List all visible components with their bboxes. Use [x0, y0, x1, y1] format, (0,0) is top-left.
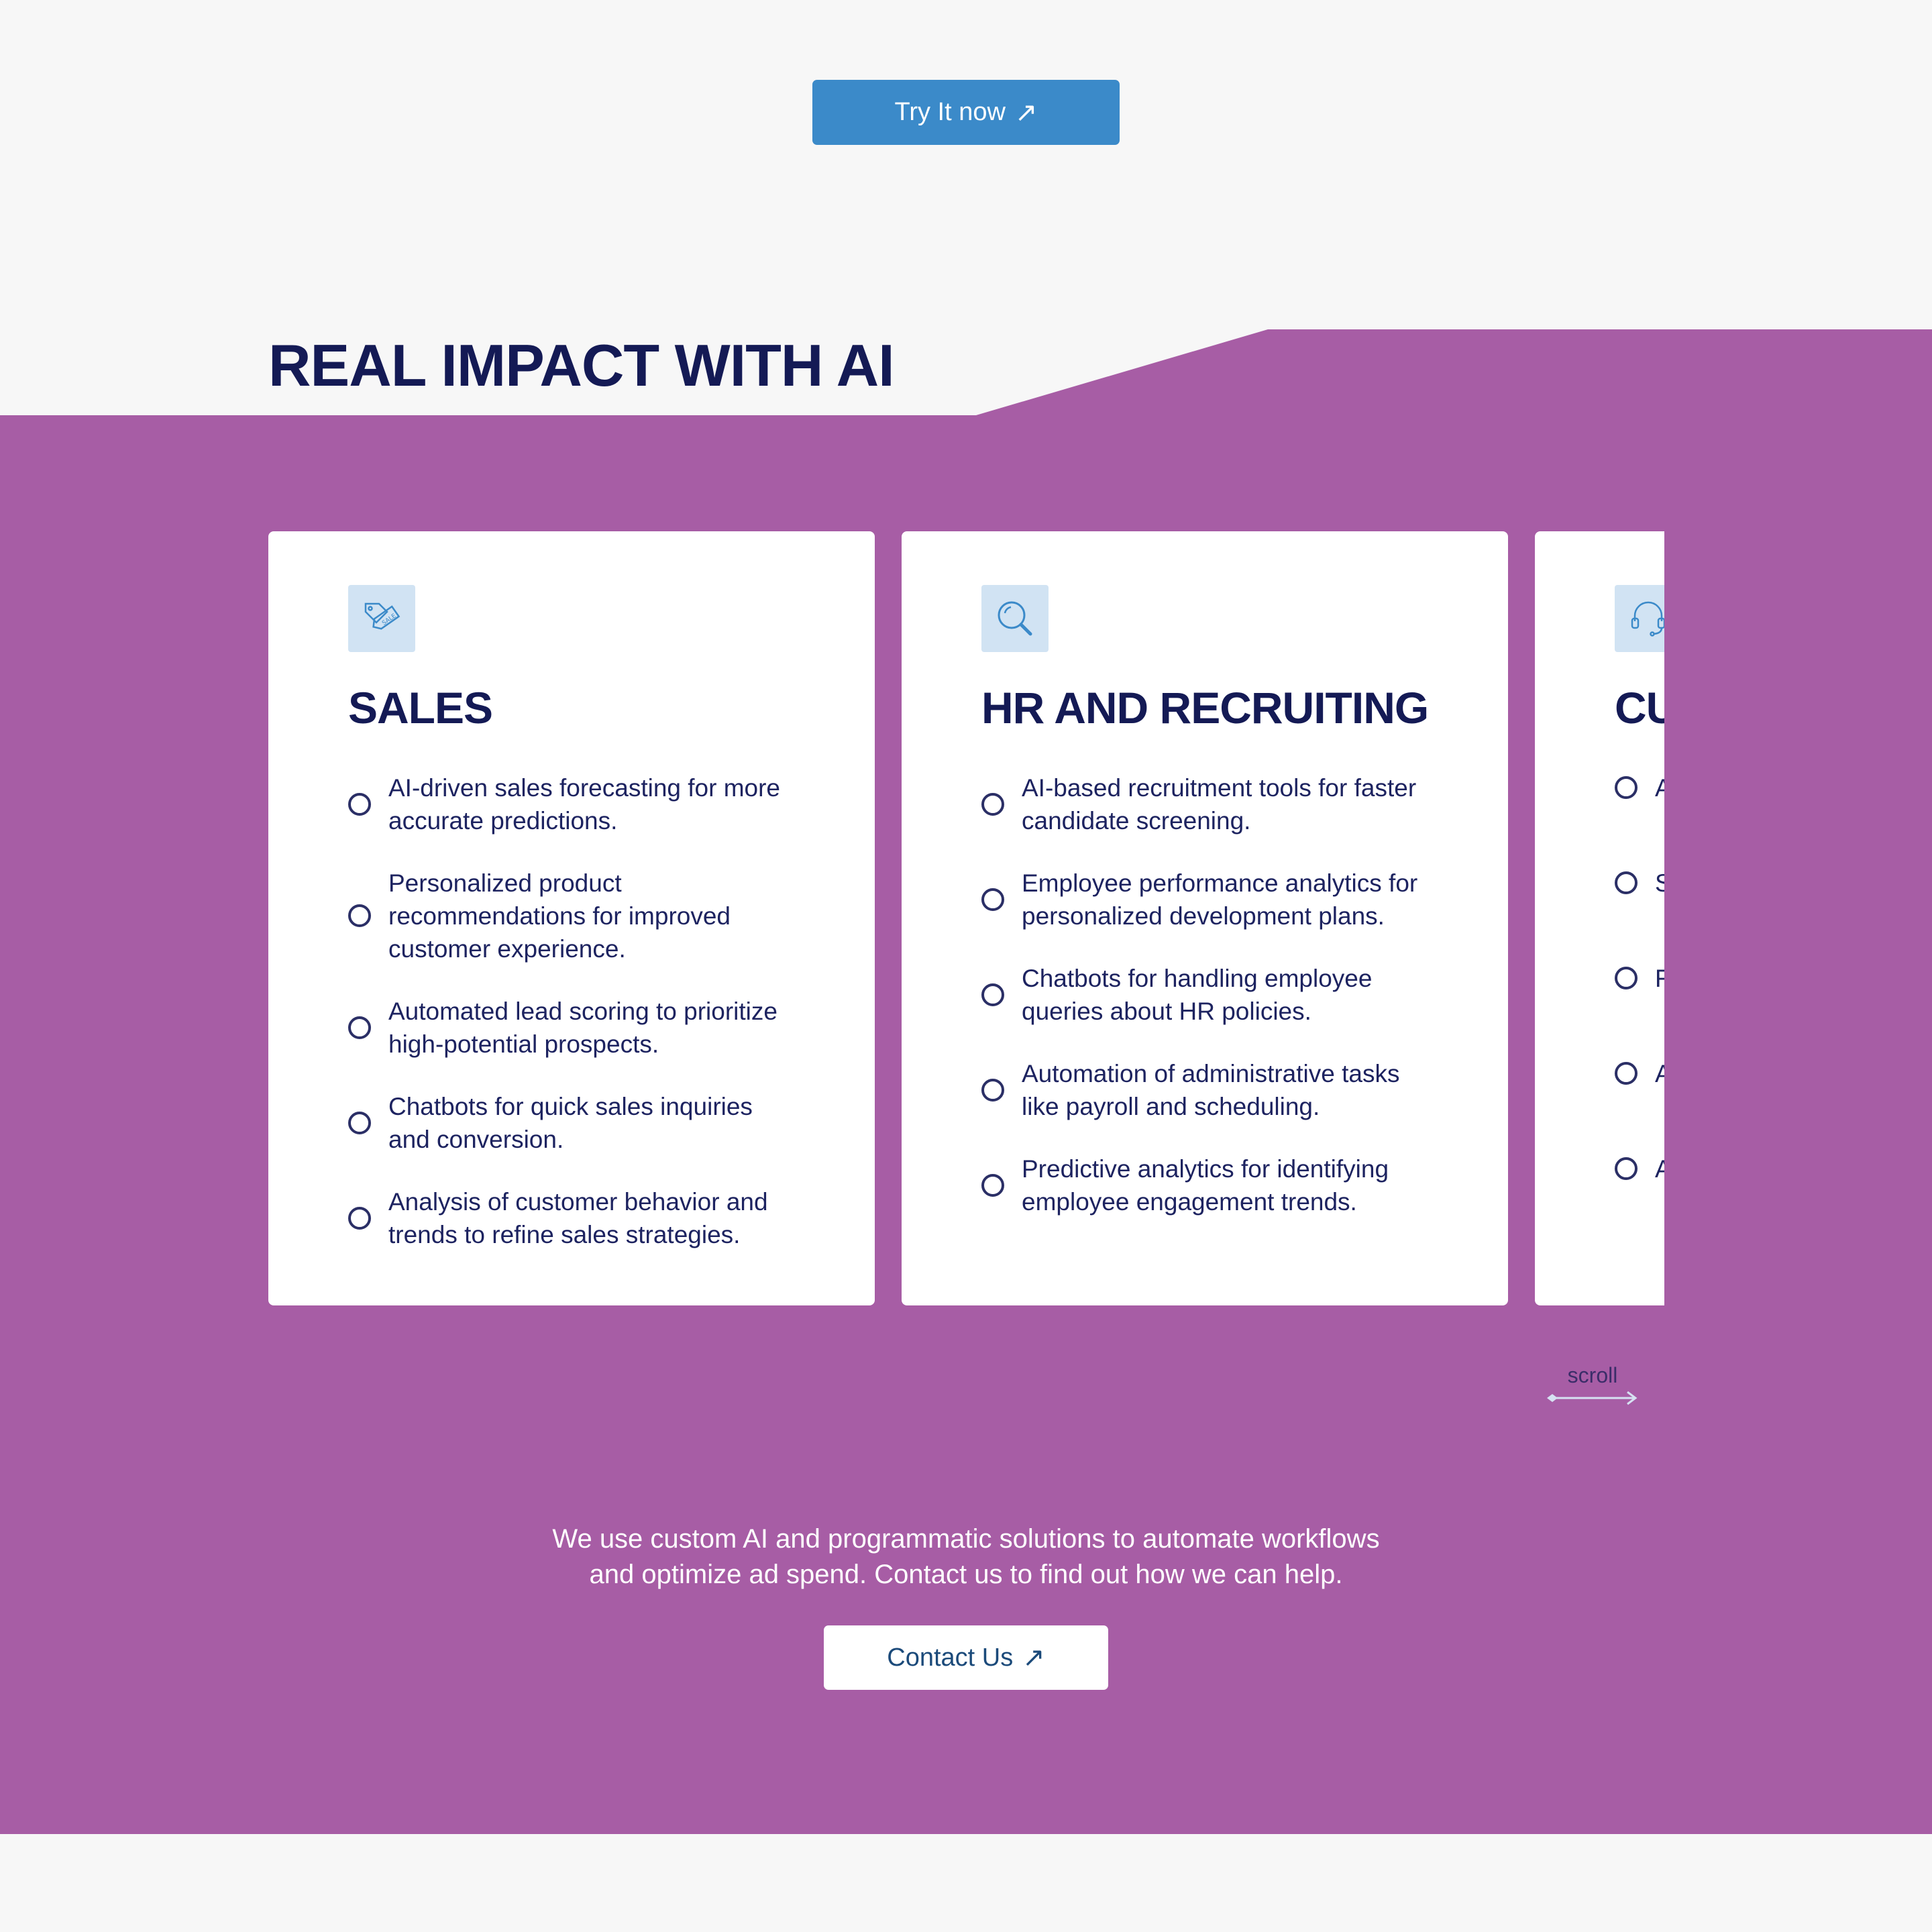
card-hr-and-recruiting: HR AND RECRUITING AI-based recruitment t…: [902, 531, 1508, 1305]
circle-bullet-icon: [981, 792, 1004, 816]
list-item: Employee performance analytics for perso…: [981, 867, 1428, 932]
sale-tag-icon: SALE: [348, 585, 415, 652]
circle-bullet-icon: [348, 792, 371, 816]
circle-bullet-icon: [348, 1016, 371, 1039]
section-title: REAL IMPACT WITH AI: [268, 332, 895, 398]
try-it-now-label: Try It now: [894, 98, 1006, 126]
cta-description: We use custom AI and programmatic soluti…: [429, 1521, 1503, 1593]
card-title: SALES: [348, 683, 493, 733]
list-item-text: Chatbots for handling employee queries a…: [1022, 964, 1373, 1025]
try-it-now-button[interactable]: Try It now ↗: [812, 80, 1120, 145]
list-item: Chatbots for quick sales inquiries and c…: [348, 1090, 794, 1156]
headset-icon: [1615, 585, 1664, 652]
circle-bullet-icon: [981, 888, 1004, 911]
contact-us-label: Contact Us: [887, 1643, 1014, 1672]
list-item-text: A s: [1655, 773, 1664, 802]
list-item: Analysis of customer behavior and trends…: [348, 1185, 794, 1251]
list-item-text: Employee performance analytics for perso…: [1022, 869, 1418, 930]
list-item-text: AI-driven sales forecasting for more acc…: [388, 773, 781, 835]
list-item-text: A e: [1655, 1059, 1664, 1087]
circle-bullet-icon: [981, 983, 1004, 1006]
list-item: Personalized product recommendations for…: [348, 867, 794, 965]
list-item-text: Analysis of customer behavior and trends…: [388, 1187, 768, 1248]
scroll-hint[interactable]: scroll: [1546, 1363, 1640, 1417]
cta-description-line: We use custom AI and programmatic soluti…: [552, 1524, 1380, 1554]
list-item: Chatbots for handling employee queries a…: [981, 962, 1428, 1028]
list-item-text: A c: [1655, 1155, 1664, 1183]
card-sales: SALE SALES AI-driven sales forecasting f…: [268, 531, 875, 1305]
cards-carousel[interactable]: SALE SALES AI-driven sales forecasting f…: [268, 531, 1664, 1307]
circle-bullet-icon: [1615, 967, 1638, 990]
list-item-text: S u: [1655, 869, 1664, 897]
list-item: AI-driven sales forecasting for more acc…: [348, 771, 794, 837]
circle-bullet-icon: [981, 1078, 1004, 1102]
arrow-up-right-icon: ↗: [1014, 97, 1038, 127]
circle-bullet-icon: [1615, 1062, 1638, 1085]
card-title: CU: [1615, 683, 1664, 733]
circle-bullet-icon: [1615, 871, 1638, 895]
list-item-text: Automation of administrative tasks like …: [1022, 1059, 1400, 1120]
list-item: Automation of administrative tasks like …: [981, 1057, 1428, 1123]
circle-bullet-icon: [348, 1206, 371, 1230]
circle-bullet-icon: [348, 1111, 371, 1134]
circle-bullet-icon: [348, 904, 371, 928]
circle-bullet-icon: [1615, 776, 1638, 800]
list-item: A e: [1615, 1057, 1664, 1090]
list-item: Predictive analytics for identifying emp…: [981, 1152, 1428, 1218]
list-item: AI-based recruitment tools for faster ca…: [981, 771, 1428, 837]
circle-bullet-icon: [981, 1173, 1004, 1197]
horizontal-arrow-icon: [1547, 1391, 1638, 1405]
card-customer-partial: CU A s S u F t A e A c: [1535, 531, 1664, 1305]
list-item: F t: [1615, 962, 1664, 995]
list-item-text: F t: [1655, 964, 1664, 992]
contact-us-button[interactable]: Contact Us ↗: [824, 1625, 1108, 1690]
list-item-text: Personalized product recommendations for…: [388, 869, 731, 963]
cta-description-line: and optimize ad spend. Contact us to fin…: [589, 1560, 1343, 1589]
card-title: HR AND RECRUITING: [981, 683, 1429, 733]
search-icon: [981, 585, 1049, 652]
circle-bullet-icon: [1615, 1157, 1638, 1181]
arrow-up-right-icon: ↗: [1022, 1643, 1045, 1672]
scroll-label: scroll: [1567, 1363, 1618, 1387]
list-item: Automated lead scoring to prioritize hig…: [348, 995, 794, 1061]
list-item-text: Predictive analytics for identifying emp…: [1022, 1155, 1389, 1216]
list-item: A s: [1615, 771, 1664, 804]
list-item-text: Chatbots for quick sales inquiries and c…: [388, 1092, 753, 1153]
list-item: A c: [1615, 1152, 1664, 1185]
list-item-text: Automated lead scoring to prioritize hig…: [388, 997, 777, 1058]
list-item-text: AI-based recruitment tools for faster ca…: [1022, 773, 1417, 835]
list-item: S u: [1615, 867, 1664, 900]
